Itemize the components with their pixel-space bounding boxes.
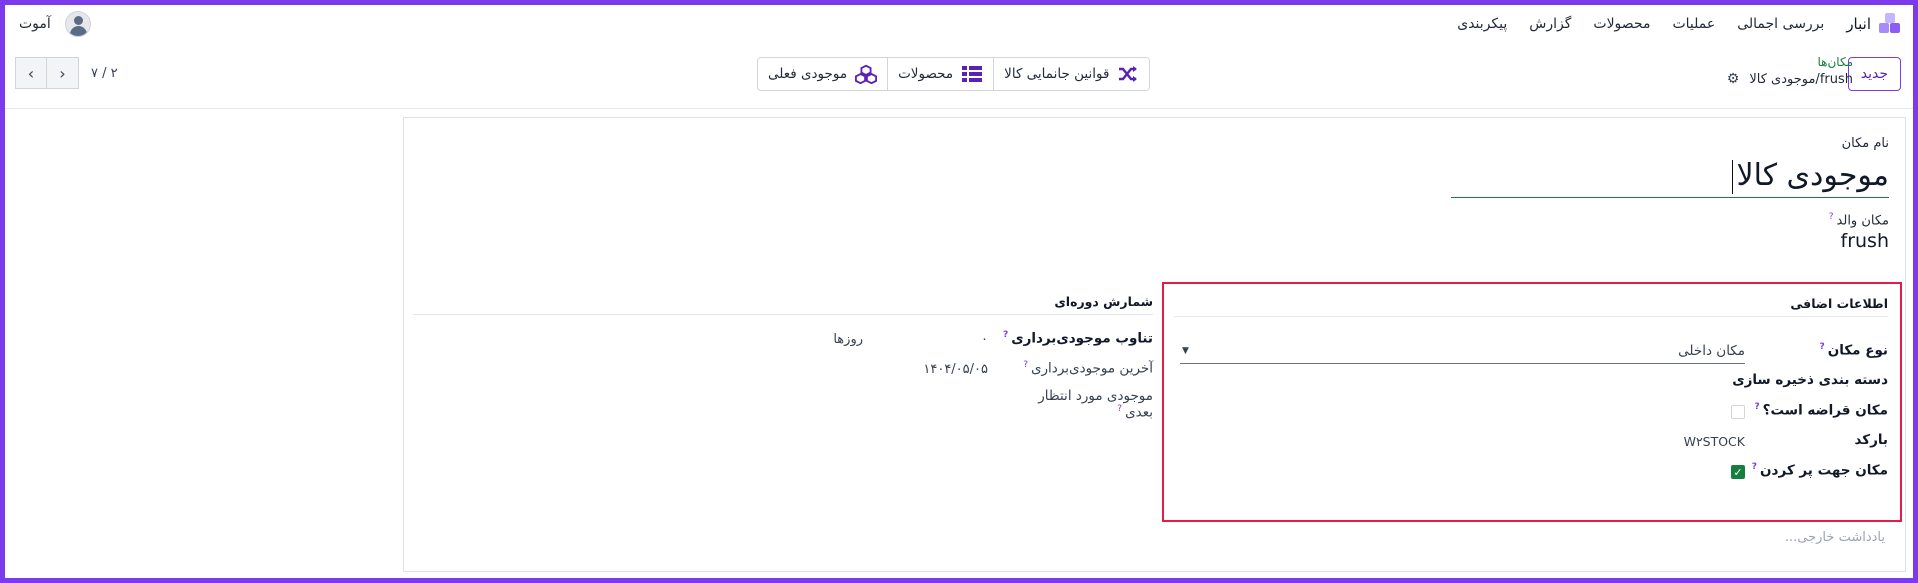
replenish-location-label: مکان جهت پر کردن? — [1751, 462, 1888, 479]
menu-reporting[interactable]: گزارش — [1529, 16, 1571, 32]
current-stock-button[interactable]: موجودی فعلی — [758, 58, 888, 90]
shuffle-icon — [1117, 63, 1139, 85]
menu-overview[interactable]: بررسی اجمالی — [1737, 16, 1824, 32]
parent-location-value[interactable]: frush — [1841, 230, 1889, 252]
menu-products[interactable]: محصولات — [1593, 16, 1650, 32]
top-navbar: انبار بررسی اجمالی عملیات محصولات گزارش … — [5, 5, 1913, 43]
menu-configuration[interactable]: پیکربندی — [1457, 16, 1507, 32]
app-name: انبار — [1846, 15, 1871, 33]
breadcrumb-current: frush/موجودی کالا — [1749, 71, 1853, 87]
menu-operations[interactable]: عملیات — [1672, 16, 1715, 32]
list-icon — [961, 63, 983, 85]
app-brand[interactable]: انبار — [1846, 13, 1901, 35]
pager-value[interactable]: ۷ / ۲ — [91, 66, 118, 81]
new-button[interactable]: جدید — [1847, 57, 1901, 91]
barcode-label: بارکد — [1854, 432, 1888, 448]
location-name-input[interactable]: موجودی کالا — [1451, 154, 1889, 198]
products-label: محصولات — [898, 66, 954, 82]
divider — [1174, 316, 1888, 317]
inventory-frequency-label: تناوب موجودی‌برداری? — [1002, 330, 1153, 347]
inventory-frequency-value[interactable]: ۰ — [981, 332, 988, 347]
additional-info-title: اطلاعات اضافی — [1790, 296, 1888, 311]
current-stock-label: موجودی فعلی — [768, 66, 848, 82]
app-window: انبار بررسی اجمالی عملیات محصولات گزارش … — [5, 5, 1913, 578]
gear-icon[interactable]: ⚙ — [1727, 71, 1740, 87]
parent-location-label: مکان والد? — [1828, 212, 1889, 229]
last-inventory-value: ۱۴۰۴/۰۵/۰۵ — [923, 362, 988, 377]
breadcrumb-parent[interactable]: مکان‌ها — [1727, 55, 1853, 69]
pager: ‹ › ۷ / ۲ — [15, 57, 118, 89]
previous-button[interactable]: ‹ — [15, 57, 47, 89]
form-sheet: نام مکان موجودی کالا مکان والد? frush اط… — [403, 117, 1906, 572]
inventory-frequency-unit: روزها — [833, 332, 863, 347]
user-area: آموت — [19, 5, 91, 43]
inventory-app-icon — [1879, 13, 1901, 35]
putaway-rules-button[interactable]: قوانین جانمایی کالا — [993, 58, 1150, 90]
cyclic-counting-group: شمارش دوره‌ای تناوب موجودی‌برداری? ۰ روز… — [413, 282, 1153, 522]
divider — [413, 314, 1153, 315]
products-button[interactable]: محصولات — [887, 58, 994, 90]
dropdown-arrow-icon: ▼ — [1182, 345, 1189, 356]
company-name[interactable]: آموت — [19, 16, 51, 32]
location-type-value: مکان داخلی — [1678, 342, 1745, 359]
main-menu: انبار بررسی اجمالی عملیات محصولات گزارش … — [1457, 5, 1901, 43]
control-panel: جدید مکان‌ها frush/موجودی کالا ⚙ قوانین … — [5, 43, 1913, 109]
barcode-value[interactable]: W۲STOCK — [1684, 434, 1745, 449]
smart-buttons: قوانین جانمایی کالا محصولات موجودی فعلی — [757, 57, 1151, 91]
location-type-select[interactable]: مکان داخلی ▼ — [1180, 338, 1745, 364]
location-type-label: نوع مکان? — [1819, 342, 1889, 359]
cyclic-counting-title: شمارش دوره‌ای — [1054, 294, 1153, 309]
scrap-location-checkbox[interactable] — [1731, 405, 1745, 419]
external-note-input[interactable]: یادداشت خارجی... — [1785, 530, 1885, 545]
location-name-value: موجودی کالا — [1736, 158, 1889, 193]
cubes-icon — [855, 63, 878, 85]
putaway-rules-label: قوانین جانمایی کالا — [1004, 66, 1110, 82]
last-inventory-label: آخرین موجودی‌برداری? — [1023, 360, 1153, 377]
next-button[interactable]: › — [47, 57, 79, 89]
next-expected-inventory-label: موجودی مورد انتظار بعدی? — [1038, 388, 1153, 421]
storage-category-label: دسته بندی ذخیره سازی — [1732, 372, 1888, 388]
location-name-label: نام مکان — [1841, 136, 1889, 151]
replenish-location-checkbox[interactable]: ✓ — [1731, 465, 1745, 479]
breadcrumb: مکان‌ها frush/موجودی کالا ⚙ — [1727, 55, 1853, 87]
scrap-location-label: مکان قراضه است؟? — [1754, 402, 1888, 419]
additional-info-group: اطلاعات اضافی نوع مکان? مکان داخلی ▼ دست… — [1162, 282, 1902, 522]
user-avatar[interactable] — [64, 11, 91, 37]
